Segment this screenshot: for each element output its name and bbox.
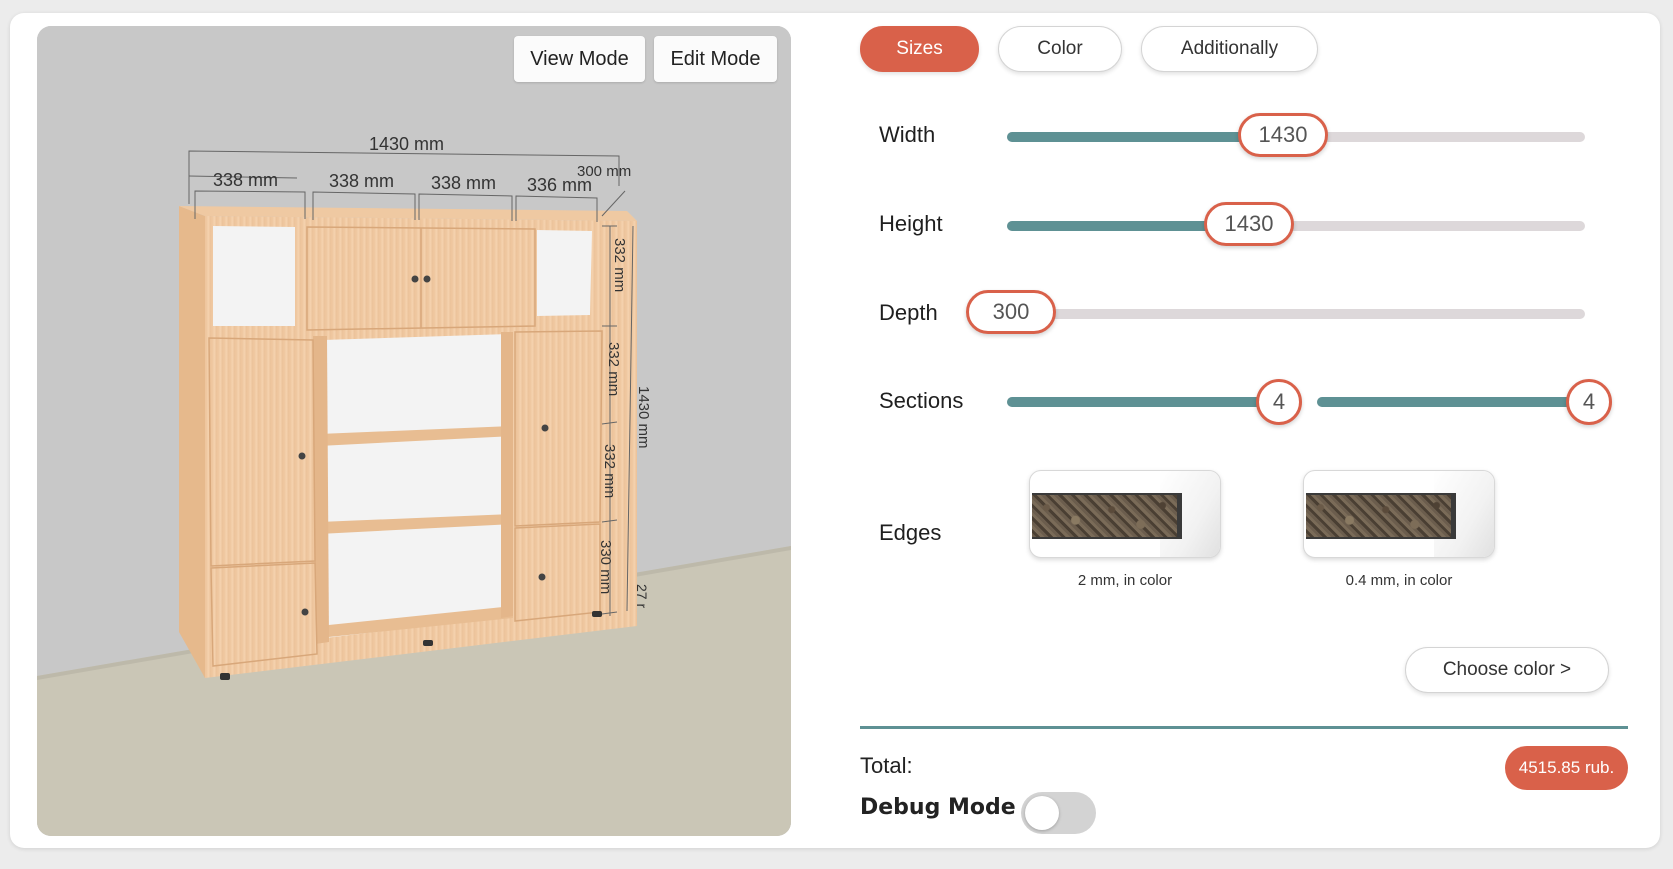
dim-row-height: 332 mm [601,444,618,498]
tab-additionally[interactable]: Additionally [1141,26,1318,72]
dim-row-height: 330 mm [597,540,614,594]
sections-slider-b-thumb[interactable]: 4 [1566,379,1612,425]
tab-sizes[interactable]: Sizes [860,26,979,72]
debug-mode-label: Debug Mode [860,795,1016,820]
width-label: Width [879,122,936,147]
3d-viewer[interactable]: 1430 mm 338 mm 338 mm 338 mm 336 mm 300 … [37,26,791,836]
edit-mode-button[interactable]: Edit Mode [654,36,777,82]
edge-sample-image [1306,493,1456,539]
edge-caption: 0.4 mm, in color [1345,572,1453,589]
view-mode-button[interactable]: View Mode [514,36,645,82]
depth-slider-thumb[interactable]: 300 [966,290,1056,334]
total-label: Total: [860,753,913,778]
dim-section-width: 338 mm [213,170,278,190]
divider [860,726,1628,729]
tab-color[interactable]: Color [998,26,1122,72]
depth-label: Depth [879,300,938,325]
dim-depth: 300 mm [577,163,631,180]
sections-slider-b-track[interactable] [1317,397,1587,407]
sections-slider-a-fill [1007,397,1277,407]
sections-slider-b-fill [1317,397,1587,407]
depth-slider-track[interactable] [1007,309,1585,319]
width-slider-thumb[interactable]: 1430 [1238,113,1328,157]
toggle-knob [1025,796,1059,830]
edges-label: Edges [879,520,942,545]
width-slider-fill [1007,132,1275,142]
dim-row-height: 332 mm [605,342,622,396]
price-badge: 4515.85 rub. [1505,746,1628,790]
choose-color-button[interactable]: Choose color > [1405,647,1609,693]
height-label: Height [879,211,943,236]
dim-plinth: 27 r [634,584,650,608]
sections-label: Sections [879,388,964,413]
edge-caption: 2 mm, in color [1077,572,1173,589]
dim-total-width: 1430 mm [369,134,444,154]
cabinet-scene: 1430 mm 338 mm 338 mm 338 mm 336 mm 300 … [37,26,791,836]
dim-total-height: 1430 mm [635,386,652,449]
dim-row-height: 332 mm [611,238,628,292]
edge-option-2mm[interactable] [1029,470,1221,558]
height-slider-track[interactable] [1007,221,1585,231]
edge-sample-image [1032,493,1182,539]
height-slider-thumb[interactable]: 1430 [1204,202,1294,246]
sections-slider-a-thumb[interactable]: 4 [1256,379,1302,425]
debug-mode-toggle[interactable] [1021,792,1096,834]
dim-section-width: 338 mm [431,173,496,193]
edge-option-04mm[interactable] [1303,470,1495,558]
dim-section-width: 338 mm [329,171,394,191]
sections-slider-a-track[interactable] [1007,397,1277,407]
